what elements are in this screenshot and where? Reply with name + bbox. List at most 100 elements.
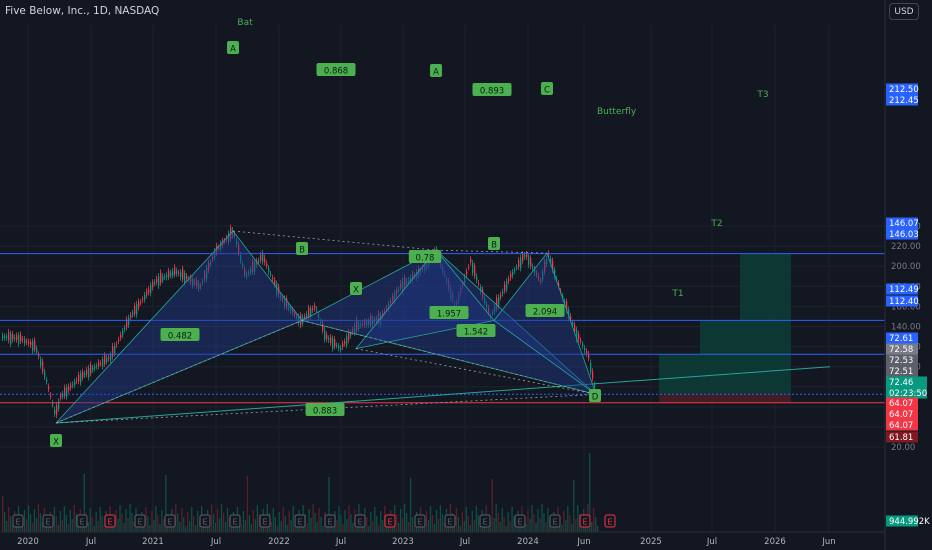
volume-bar xyxy=(435,510,438,532)
volume-bar xyxy=(63,506,65,532)
candle xyxy=(578,333,580,340)
candle xyxy=(42,361,44,372)
earnings-marker-text: E xyxy=(137,518,142,527)
volume-bar xyxy=(276,526,278,532)
candle xyxy=(174,267,176,275)
candle xyxy=(510,273,512,278)
volume-bar xyxy=(115,510,117,532)
candle xyxy=(516,267,518,269)
point-label-a-text: A xyxy=(230,45,236,55)
time-tick: Jul xyxy=(706,537,717,547)
price-chart[interactable]: A B X A B C D X 0.868 0.893 0.78 0.482 1.9571.542 2.0… xyxy=(0,0,932,550)
volume-bar xyxy=(35,518,38,532)
volume-bar xyxy=(27,505,30,532)
volume-bar xyxy=(9,516,12,532)
candle xyxy=(8,331,10,341)
candle xyxy=(326,334,328,340)
volume-bar xyxy=(597,526,599,532)
candle xyxy=(468,267,470,269)
candle xyxy=(146,291,148,296)
price-label: 112.49 xyxy=(886,283,919,295)
volume-bar xyxy=(398,523,400,532)
candle xyxy=(580,340,582,342)
time-tick: Jul xyxy=(210,537,221,547)
volume-bar xyxy=(382,520,384,532)
candle xyxy=(60,395,62,398)
volume-bar xyxy=(157,515,159,532)
candle xyxy=(508,278,510,282)
volume-bar xyxy=(274,517,276,532)
volume-bar xyxy=(151,511,153,532)
candle xyxy=(142,299,144,301)
point-label-b: B xyxy=(488,237,500,251)
time-tick: 2020 xyxy=(17,537,39,547)
time-tick: 2021 xyxy=(142,537,164,547)
candle xyxy=(132,312,134,316)
earnings-marker-text: E xyxy=(79,518,84,527)
price-label: 72.51 xyxy=(886,365,918,377)
volume-bar xyxy=(71,519,73,532)
earnings-marker-text: E xyxy=(15,518,20,527)
candle xyxy=(118,339,120,341)
candle xyxy=(518,260,520,268)
price-label-text: 72.61 xyxy=(889,334,913,344)
candle xyxy=(120,334,122,338)
volume-bar xyxy=(29,514,32,532)
candle xyxy=(80,373,82,383)
target-zone-t3 xyxy=(740,253,791,321)
price-label: 64.07 xyxy=(886,419,918,431)
butterfly-pattern-label: Butterfly xyxy=(597,107,637,117)
volume-bar xyxy=(531,505,533,532)
price-label-text: 64.07 xyxy=(889,399,913,409)
volume-bar xyxy=(497,513,499,532)
candle xyxy=(334,339,336,347)
volume-bar xyxy=(372,521,374,532)
candle xyxy=(178,272,180,274)
candle xyxy=(66,387,68,397)
ratio-label-text: 2.094 xyxy=(533,308,557,318)
candle xyxy=(12,334,14,340)
volume-bar xyxy=(123,523,125,532)
time-tick: 2022 xyxy=(268,537,290,547)
candle xyxy=(592,371,594,379)
volume-bar xyxy=(350,514,352,532)
volume-bar xyxy=(101,516,103,532)
volume-bar xyxy=(183,517,185,532)
volume-bar xyxy=(471,511,473,532)
candle xyxy=(314,305,316,309)
candle xyxy=(342,343,344,347)
earnings-marker-text: E xyxy=(517,518,522,527)
volume-bar xyxy=(272,508,274,532)
point-label-b-text: B xyxy=(299,246,305,256)
volume-bar xyxy=(248,515,251,532)
ratio-label: 1.957 xyxy=(429,306,469,320)
volume-bar xyxy=(509,521,511,532)
ratio-label-text: 1.957 xyxy=(437,310,461,320)
price-label-text: 146.03 xyxy=(889,230,919,240)
candle xyxy=(344,341,346,344)
volume-bar xyxy=(121,514,123,532)
volume-bar xyxy=(87,522,89,532)
volume-bar xyxy=(163,519,165,532)
candle xyxy=(304,316,306,319)
candle xyxy=(350,332,352,336)
volume-bar xyxy=(55,516,58,532)
volume-bar xyxy=(161,510,163,532)
candle xyxy=(22,339,24,341)
volume-bar xyxy=(316,522,318,532)
volume-bar xyxy=(501,508,503,532)
ratio-label-text: 0.883 xyxy=(313,407,337,417)
point-label-b-text: B xyxy=(491,241,497,251)
point-label-x: X xyxy=(50,434,62,448)
candle xyxy=(306,314,308,318)
volume-bar xyxy=(465,507,467,532)
volume-bar xyxy=(193,516,195,532)
volume-bar xyxy=(57,525,60,532)
volume-bar xyxy=(91,517,93,532)
volume-bar xyxy=(270,522,272,532)
volume-bar xyxy=(187,512,189,532)
volume-bar xyxy=(153,520,155,532)
volume-bar xyxy=(374,507,376,532)
volume-bar xyxy=(577,505,579,532)
volume-bar xyxy=(244,520,247,532)
